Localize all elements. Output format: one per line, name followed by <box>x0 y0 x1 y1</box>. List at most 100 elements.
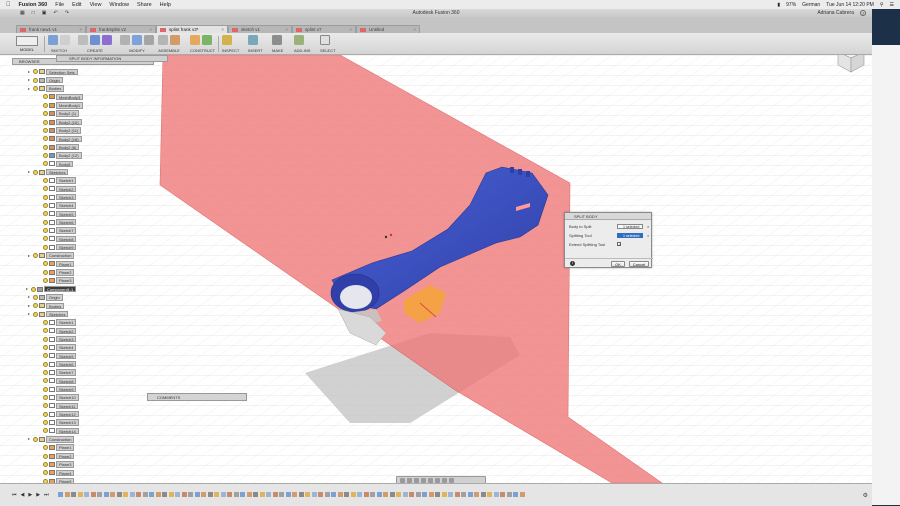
extend-splitting-tool-checkbox[interactable]: ✓ <box>617 242 621 247</box>
ok-button[interactable]: OK <box>611 261 625 267</box>
browser-node[interactable]: Plane2 <box>38 268 75 276</box>
timeline-feature-icon[interactable] <box>441 492 447 497</box>
timeline-feature-icon[interactable] <box>220 492 226 497</box>
visibility-bulb-icon[interactable] <box>33 311 38 317</box>
undo-sketch-icon[interactable] <box>60 35 70 45</box>
split-body-info-header[interactable]: SPLIT BODY INFORMATION <box>56 55 168 62</box>
visibility-bulb-icon[interactable] <box>43 144 48 150</box>
close-icon[interactable]: × <box>221 26 224 33</box>
timeline-feature-icon[interactable] <box>194 492 200 497</box>
browser-node[interactable]: ▸ Selection Sets <box>28 68 78 76</box>
3d-print-icon[interactable] <box>272 35 282 45</box>
splitting-tool-selector[interactable]: 1 selected <box>617 233 643 238</box>
browser-node[interactable]: Sketch9 <box>38 385 77 393</box>
add-ins-group[interactable]: ADD-INS <box>294 35 310 54</box>
browser-node[interactable]: Sketch3 <box>38 193 77 201</box>
browser-node[interactable]: Sketch6 <box>38 218 77 226</box>
browser-node[interactable]: Sketch5 <box>38 352 77 360</box>
timeline-feature-icon[interactable] <box>318 492 323 497</box>
browser-node[interactable]: ▸ Bodies <box>28 85 65 93</box>
timeline-feature-icon[interactable] <box>129 492 135 497</box>
visibility-bulb-icon[interactable] <box>43 319 48 325</box>
insert-group[interactable]: INSERT <box>248 35 263 54</box>
close-icon[interactable]: × <box>285 26 288 33</box>
browser-node[interactable]: Plane1 <box>38 260 75 268</box>
timeline-feature-icon[interactable] <box>84 492 89 497</box>
box-icon[interactable] <box>90 35 100 45</box>
timeline-feature-icon[interactable] <box>168 492 174 497</box>
menu-app-name[interactable]: Fusion 360 <box>19 2 48 8</box>
browser-node[interactable]: Sketch10 <box>38 394 79 402</box>
timeline-feature-icon[interactable] <box>285 492 291 497</box>
visibility-bulb-icon[interactable] <box>43 470 48 476</box>
browser-node[interactable]: Sketch5 <box>38 210 77 218</box>
close-icon[interactable]: × <box>79 26 82 33</box>
timeline-feature-icon[interactable] <box>480 492 486 497</box>
browser-node[interactable]: Sketch1 <box>38 319 77 327</box>
timeline-feature-icon[interactable] <box>123 492 128 497</box>
visibility-bulb-icon[interactable] <box>43 111 48 117</box>
timeline-feature-icon[interactable] <box>305 492 310 497</box>
timeline-feature-icon[interactable] <box>77 492 83 497</box>
visibility-bulb-icon[interactable] <box>43 411 48 417</box>
clear-selection-icon[interactable]: × <box>647 232 649 239</box>
select-arrow-icon[interactable] <box>320 35 330 45</box>
timeline-feature-icon[interactable] <box>162 492 167 497</box>
browser-node[interactable]: Sketch3 <box>38 335 77 343</box>
timeline-feature-icon[interactable] <box>448 492 453 497</box>
visibility-bulb-icon[interactable] <box>43 194 48 200</box>
timeline-feature-icon[interactable] <box>389 492 395 497</box>
visibility-bulb-icon[interactable] <box>33 253 38 259</box>
browser-node[interactable]: Sketch12 <box>38 410 79 418</box>
info-icon[interactable]: i <box>570 261 575 266</box>
visibility-bulb-icon[interactable] <box>43 152 48 158</box>
timeline-feature-icon[interactable] <box>175 492 180 497</box>
timeline-feature-icon[interactable] <box>500 492 505 497</box>
timeline-feature-icon[interactable] <box>350 492 356 497</box>
visibility-bulb-icon[interactable] <box>43 361 48 367</box>
timeline-feature-icon[interactable] <box>487 492 492 497</box>
browser-node[interactable]: ▸ Origin <box>28 293 63 301</box>
timeline-feature-icon[interactable] <box>246 492 252 497</box>
help-icon[interactable]: ? <box>860 10 866 16</box>
timeline-feature-icon[interactable] <box>253 492 258 497</box>
visibility-bulb-icon[interactable] <box>31 286 36 292</box>
visibility-bulb-icon[interactable] <box>43 219 48 225</box>
menu-edit[interactable]: Edit <box>72 2 81 8</box>
canvas-viewport[interactable] <box>0 55 872 483</box>
close-icon[interactable]: × <box>149 26 152 33</box>
browser-node[interactable]: ▸ Sketches <box>28 168 69 176</box>
close-icon[interactable]: × <box>413 26 416 33</box>
timeline-feature-icon[interactable] <box>363 492 369 497</box>
timeline-feature-icon[interactable] <box>461 492 466 497</box>
timeline-feature-icon[interactable] <box>331 492 336 497</box>
input-language[interactable]: German <box>802 2 820 8</box>
browser-node[interactable]: Plane3 <box>38 277 75 285</box>
browser-node[interactable]: ▸ Sketches <box>28 310 69 318</box>
go-to-end-icon[interactable]: ⏭ <box>44 492 49 498</box>
browser-node[interactable]: Plane1 <box>38 444 75 452</box>
timeline-feature-icon[interactable] <box>454 492 460 497</box>
timeline-feature-icon[interactable] <box>136 492 141 497</box>
timeline-feature-icon[interactable] <box>90 492 96 497</box>
browser-node[interactable]: Body2 (18) <box>38 135 82 143</box>
clear-selection-icon[interactable]: × <box>647 223 649 230</box>
visibility-bulb-icon[interactable] <box>43 244 48 250</box>
visibility-bulb-icon[interactable] <box>43 203 48 209</box>
timeline-feature-icon[interactable] <box>188 492 193 497</box>
modify-group[interactable]: MODIFY <box>120 35 154 54</box>
visibility-bulb-icon[interactable] <box>43 127 48 133</box>
browser-node[interactable]: Sketch2 <box>38 327 77 335</box>
fillet-icon[interactable] <box>132 35 142 45</box>
timeline-feature-icon[interactable] <box>279 492 284 497</box>
timeline-feature-icon[interactable] <box>97 492 102 497</box>
browser-node[interactable]: Body2 (6) <box>38 143 80 151</box>
visibility-bulb-icon[interactable] <box>43 461 48 467</box>
browser-node[interactable]: MeshBody3 <box>38 93 84 101</box>
visibility-bulb-icon[interactable] <box>43 94 48 100</box>
timeline-feature-icon[interactable] <box>402 492 408 497</box>
browser-node[interactable]: Body2 (1) <box>38 110 80 118</box>
visibility-bulb-icon[interactable] <box>43 211 48 217</box>
timeline-feature-icon[interactable] <box>155 492 161 497</box>
timeline-feature-icon[interactable] <box>311 492 317 497</box>
